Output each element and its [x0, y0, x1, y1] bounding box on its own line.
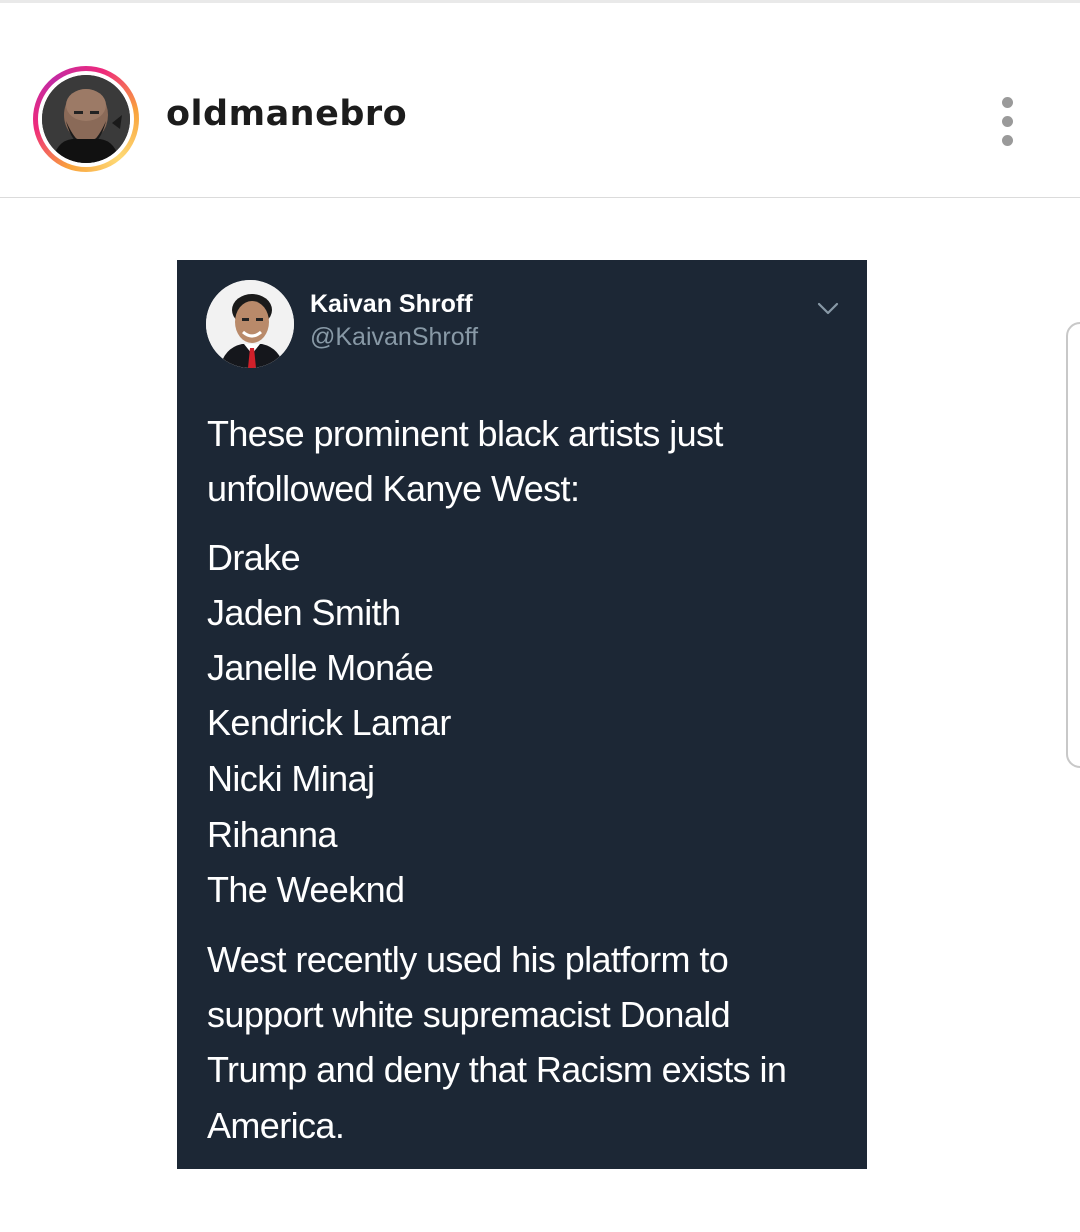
tweet-closing-line: West recently used his platform to	[207, 939, 729, 980]
tweet-artist-line: Rihanna	[207, 814, 338, 855]
tweet-artist-line: Drake	[207, 537, 301, 578]
profile-avatar-button[interactable]	[33, 66, 139, 172]
story-ring	[38, 71, 134, 167]
tweet-author-photo	[206, 280, 294, 368]
tweet-intro-line: unfollowed Kanye West:	[207, 468, 580, 509]
post-username[interactable]: oldmanebro	[166, 97, 407, 132]
tweet-author-avatar	[206, 280, 294, 368]
tweet-closing-line: support white supremacist Donald	[207, 994, 731, 1035]
post-image-tweet-screenshot[interactable]: Kaivan Shroff @KaivanShroff These promin…	[177, 260, 867, 1169]
vertical-ellipsis-icon	[1002, 135, 1013, 146]
tweet-closing-line: Trump and deny that Racism exists in	[207, 1049, 787, 1090]
post-header: oldmanebro	[0, 3, 1080, 198]
more-options-button[interactable]	[990, 95, 1026, 151]
tweet-artist-line: Nicki Minaj	[207, 758, 375, 799]
chevron-down-icon	[817, 302, 839, 315]
tweet-artist-line: The Weeknd	[207, 869, 405, 910]
avatar	[42, 75, 130, 163]
tweet-intro-line: These prominent black artists just	[207, 413, 723, 454]
tweet-artist-line: Kendrick Lamar	[207, 702, 451, 743]
tweet-author-handle: @KaivanShroff	[310, 323, 479, 351]
tweet-author-name: Kaivan Shroff	[310, 290, 473, 318]
vertical-ellipsis-icon	[1002, 116, 1013, 127]
tweet-artist-line: Janelle Monáe	[207, 647, 434, 688]
tweet-artist-line: Jaden Smith	[207, 592, 401, 633]
avatar-image	[42, 75, 130, 163]
vertical-ellipsis-icon	[1002, 97, 1013, 108]
tweet-closing-line: America.	[207, 1105, 345, 1146]
scroll-handle[interactable]	[1066, 322, 1080, 768]
